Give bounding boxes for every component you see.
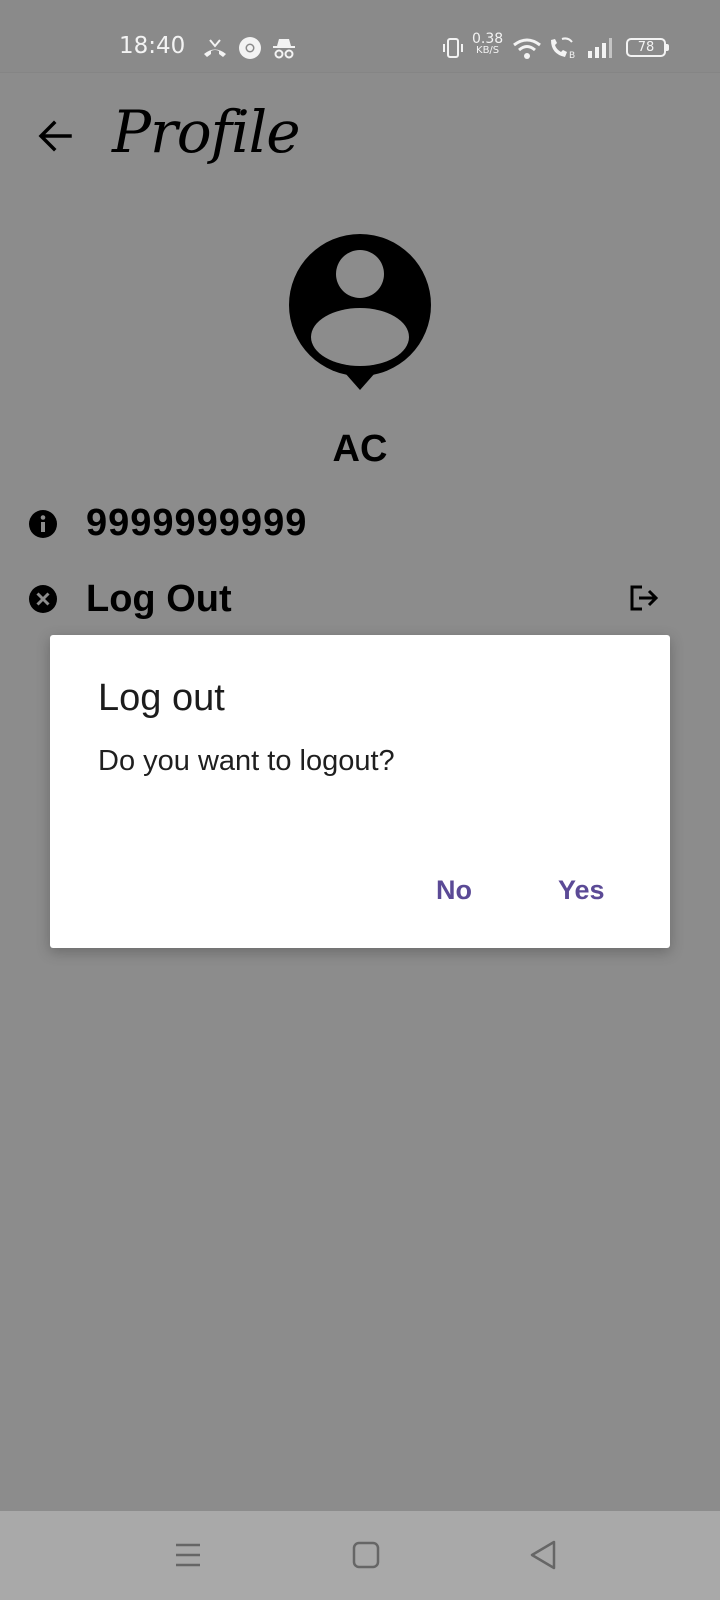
- incognito-icon: [273, 39, 295, 59]
- info-icon: [29, 510, 57, 538]
- phone-number: 9999999999: [86, 502, 308, 544]
- svg-text:B: B: [569, 51, 575, 60]
- home-square-icon[interactable]: [344, 1533, 388, 1577]
- no-button[interactable]: No: [436, 875, 472, 906]
- vibrate-icon: [443, 38, 463, 58]
- dialog-title: Log out: [98, 677, 225, 719]
- cancel-icon: [29, 585, 57, 613]
- signal-icon: [588, 38, 612, 58]
- back-triangle-icon[interactable]: [522, 1533, 566, 1577]
- user-name: AC: [332, 428, 388, 470]
- exit-icon[interactable]: [628, 582, 660, 614]
- logout-row[interactable]: Log Out: [86, 578, 232, 621]
- network-speed-unit: KB/S: [476, 45, 500, 56]
- chrome-icon: [239, 37, 261, 59]
- back-arrow-icon[interactable]: [34, 114, 78, 158]
- menu-icon[interactable]: [166, 1533, 210, 1577]
- logout-dialog: Log out Do you want to logout? No Yes: [50, 635, 670, 948]
- person-pin-icon: [289, 234, 431, 390]
- navigation-bar: [0, 1511, 720, 1600]
- dialog-message: Do you want to logout?: [98, 745, 395, 777]
- wifi-icon: [513, 38, 541, 59]
- missed-call-icon: [204, 39, 226, 57]
- network-speed: 0.38 KB/S: [472, 31, 504, 56]
- battery-icon: 78: [626, 38, 669, 57]
- network-speed-value: 0.38: [472, 31, 504, 47]
- status-bar: 18:40 0.38 KB/S B 78: [0, 0, 720, 73]
- page-title: Profile: [112, 98, 301, 166]
- wifi-calling-icon: B: [551, 37, 575, 60]
- status-time: 18:40: [119, 33, 186, 59]
- battery-level: 78: [637, 40, 655, 55]
- yes-button[interactable]: Yes: [558, 875, 605, 906]
